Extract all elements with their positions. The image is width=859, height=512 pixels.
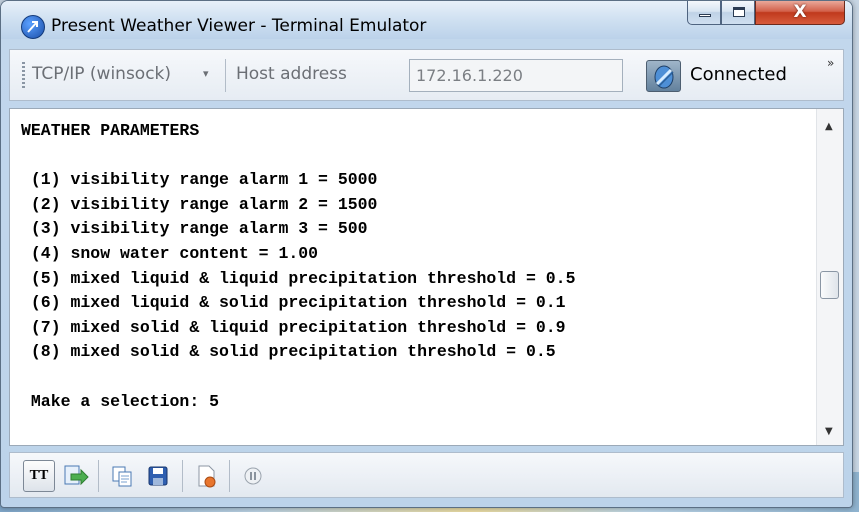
host-address-input[interactable]: 172.16.1.220 [409, 59, 623, 92]
minimize-icon [699, 14, 711, 17]
protocol-select[interactable]: TCP/IP (winsock) [32, 64, 171, 84]
host-address-label: Host address [236, 64, 347, 84]
toolbar-grip[interactable] [22, 62, 25, 89]
vertical-scrollbar[interactable]: ▲ ▼ [816, 109, 843, 445]
terminal-line: (4) snow water content = 1.00 [21, 243, 319, 263]
terminal-line: Make a selection: 5 [21, 391, 220, 411]
send-file-button[interactable] [59, 460, 91, 492]
connection-status: Connected [690, 64, 787, 85]
terminal-line: (5) mixed liquid & liquid precipitation … [21, 268, 576, 288]
plug-icon [654, 65, 674, 89]
terminal-line: (2) visibility range alarm 2 = 1500 [21, 194, 378, 214]
minimize-button[interactable] [687, 1, 721, 25]
scroll-down-icon[interactable]: ▼ [825, 426, 833, 437]
maximize-button[interactable] [721, 1, 755, 25]
bottom-toolbar: TT [9, 452, 844, 498]
terminal-line: (6) mixed liquid & solid precipitation t… [21, 293, 566, 313]
save-icon [148, 466, 168, 486]
save-button[interactable] [142, 460, 174, 492]
connection-toolbar: TCP/IP (winsock) ▾ Host address 172.16.1… [9, 49, 844, 101]
close-button[interactable]: X [755, 1, 845, 25]
chevron-down-icon[interactable]: ▾ [203, 67, 209, 80]
terminal-window: Present Weather Viewer - Terminal Emulat… [0, 0, 853, 508]
pause-icon [244, 467, 262, 485]
terminal-line: (3) visibility range alarm 3 = 500 [21, 219, 368, 239]
title-bar[interactable]: Present Weather Viewer - Terminal Emulat… [1, 1, 852, 39]
copy-icon [112, 466, 132, 487]
app-icon [21, 15, 45, 39]
terminal-output[interactable]: WEATHER PARAMETERS (1) visibility range … [9, 108, 844, 446]
log-button[interactable] [190, 460, 222, 492]
toolbar-overflow-icon[interactable]: » [827, 56, 834, 70]
scroll-up-icon[interactable]: ▲ [825, 121, 833, 132]
toolbar-separator [225, 59, 226, 92]
pause-button[interactable] [237, 460, 269, 492]
toolbar-separator [229, 460, 230, 492]
terminal-line: (8) mixed solid & solid precipitation th… [21, 342, 556, 362]
log-icon [198, 465, 216, 488]
close-icon: X [793, 2, 807, 22]
terminal-line: (1) visibility range alarm 1 = 5000 [21, 170, 378, 190]
terminal-text: WEATHER PARAMETERS (1) visibility range … [21, 119, 576, 414]
terminal-line: WEATHER PARAMETERS [21, 121, 200, 140]
scroll-thumb[interactable] [820, 271, 839, 299]
toolbar-separator [182, 460, 183, 492]
window-title: Present Weather Viewer - Terminal Emulat… [51, 16, 427, 36]
maximize-icon [733, 7, 745, 17]
tt-toggle-button[interactable]: TT [23, 460, 55, 492]
connect-button[interactable] [646, 60, 681, 92]
send-file-icon [64, 465, 89, 486]
copy-button[interactable] [106, 460, 138, 492]
terminal-line: (7) mixed solid & liquid precipitation t… [21, 317, 566, 337]
toolbar-separator [98, 460, 99, 492]
